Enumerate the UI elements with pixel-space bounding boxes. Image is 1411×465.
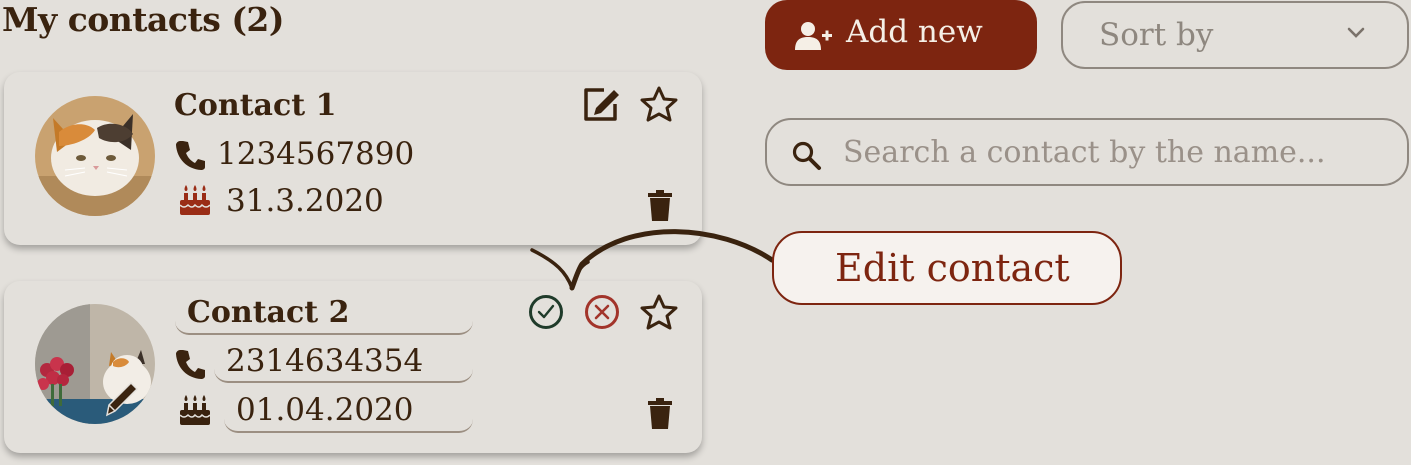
birthday-field[interactable]: 01.04.2020: [224, 389, 473, 433]
edit-icon[interactable]: [582, 86, 622, 122]
contact-birthday: 31.3.2020: [226, 183, 384, 219]
search-icon: [792, 141, 821, 170]
search-placeholder: Search a contact by the name...: [843, 135, 1326, 170]
pencil-icon: [105, 381, 139, 417]
avatar[interactable]: [35, 304, 155, 424]
tooltip-arrow: [530, 229, 775, 291]
trash-icon[interactable]: [647, 398, 673, 430]
name-field[interactable]: Contact 2: [175, 295, 473, 335]
birthday-field-value: 01.04.2020: [236, 392, 414, 428]
cake-icon: [179, 395, 211, 425]
star-icon[interactable]: [639, 85, 679, 123]
tooltip-label: Edit contact: [835, 246, 1070, 290]
sort-label: Sort by: [1099, 17, 1214, 53]
add-new-button[interactable]: Add new: [765, 0, 1037, 70]
phone-icon: [176, 350, 205, 379]
sort-select[interactable]: Sort by: [1061, 1, 1409, 69]
contact-card: Contact 2 2314634354 01.04.2020: [4, 281, 702, 453]
page-title: My contacts (2): [2, 0, 285, 39]
add-new-label: Add new: [846, 14, 983, 50]
contact-phone: 1234567890: [217, 136, 415, 172]
tooltip-edit-contact: Edit contact: [772, 231, 1122, 305]
search-input[interactable]: Search a contact by the name...: [765, 118, 1409, 186]
phone-field-value: 2314634354: [226, 343, 424, 379]
chevron-down-icon: [1347, 27, 1365, 38]
avatar: [35, 96, 155, 216]
cake-icon: [179, 185, 211, 215]
contact-name: Contact 1: [174, 88, 337, 123]
phone-icon: [176, 141, 205, 170]
trash-icon[interactable]: [647, 190, 673, 222]
phone-field[interactable]: 2314634354: [214, 341, 473, 383]
user-plus-icon: [795, 22, 832, 50]
name-field-value: Contact 2: [187, 295, 350, 330]
